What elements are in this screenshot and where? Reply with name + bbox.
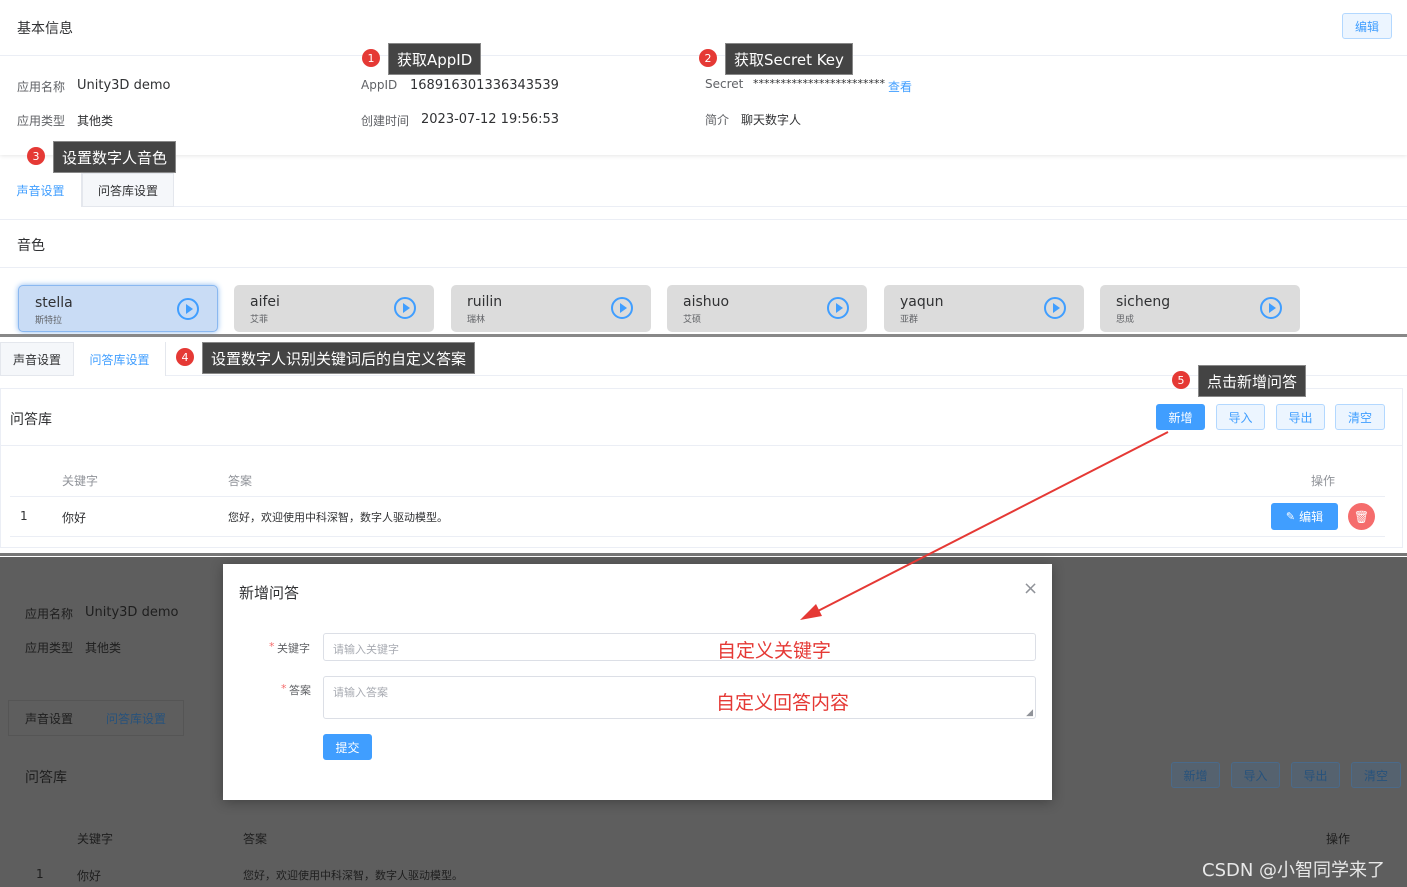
annotation-arrow: [800, 431, 1169, 620]
watermark: CSDN @小智同学来了: [1202, 860, 1386, 881]
